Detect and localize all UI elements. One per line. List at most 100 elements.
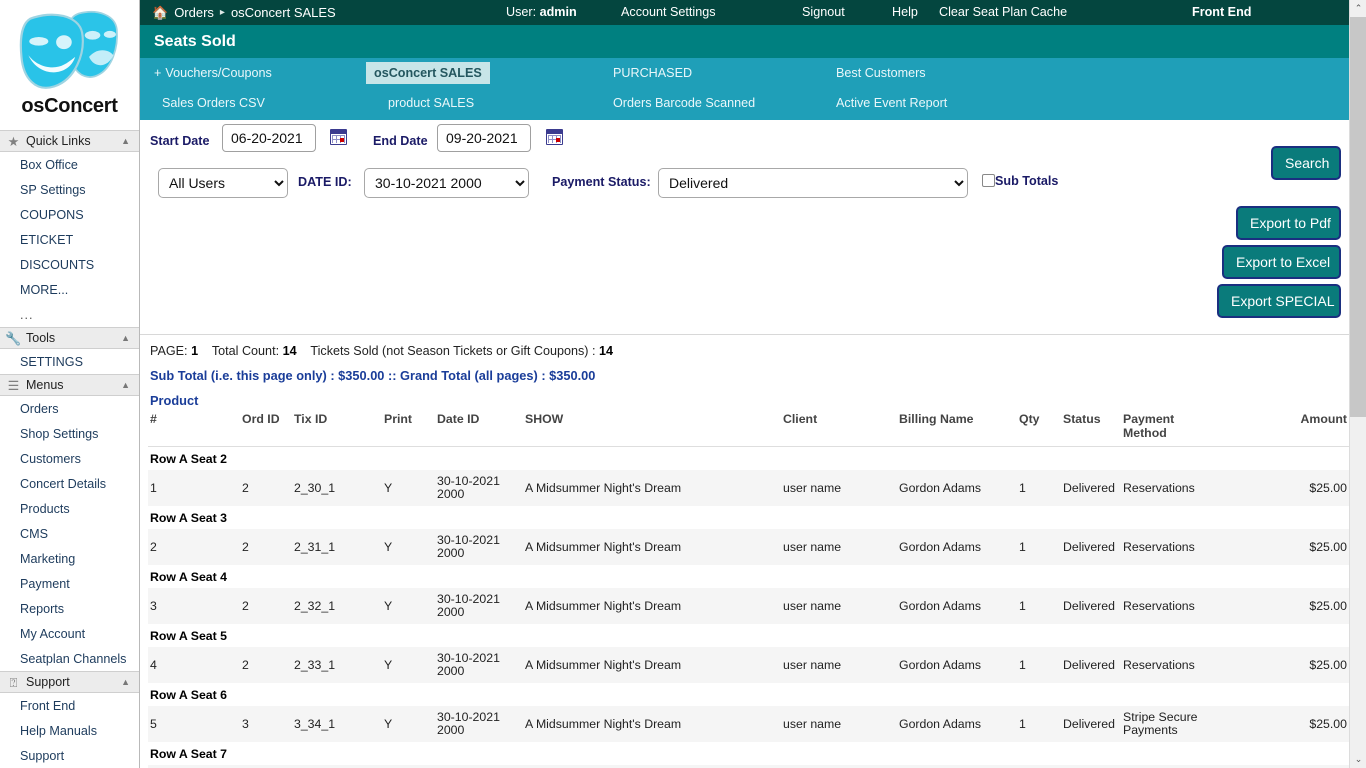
sidebar-group-label: Quick Links — [26, 134, 121, 148]
col-billing-name[interactable]: Billing Name — [897, 408, 1017, 447]
help-link[interactable]: Help — [892, 5, 918, 19]
brand-logo[interactable]: osConcert — [0, 0, 139, 130]
home-icon[interactable]: 🏠 — [152, 6, 168, 19]
table-row[interactable]: 422_33_1Y30-10-20212000A Midsummer Night… — [148, 647, 1349, 683]
sidebar-item-support[interactable]: Support — [0, 743, 139, 768]
cell-show: A Midsummer Night's Dream — [523, 588, 781, 624]
tab-best-customers[interactable]: Best Customers — [828, 62, 934, 84]
table-row[interactable]: 122_30_1Y30-10-20212000A Midsummer Night… — [148, 470, 1349, 506]
search-button[interactable]: Search — [1271, 146, 1341, 180]
sidebar-group-label: Menus — [26, 378, 121, 392]
sidebar-item-more[interactable]: MORE... — [0, 277, 139, 302]
sidebar-item-cms[interactable]: CMS — [0, 521, 139, 546]
sidebar-item-concert-details[interactable]: Concert Details — [0, 471, 139, 496]
cell-status: Delivered — [1061, 647, 1121, 683]
col-date-id[interactable]: Date ID — [435, 408, 523, 447]
start-date-input[interactable] — [222, 124, 316, 152]
export-pdf-button[interactable]: Export to Pdf — [1236, 206, 1341, 240]
clear-seat-plan-cache-link[interactable]: Clear Seat Plan Cache — [939, 5, 1067, 19]
results-panel: PAGE: 1 Total Count: 14 Tickets Sold (no… — [140, 344, 1366, 768]
sidebar-item-shop-settings[interactable]: Shop Settings — [0, 421, 139, 446]
tab-vouchers-coupons[interactable]: + Vouchers/Coupons — [146, 62, 280, 84]
sidebar-item-orders[interactable]: Orders — [0, 396, 139, 421]
sidebar-item-customers[interactable]: Customers — [0, 446, 139, 471]
tab-product-sales[interactable]: product SALES — [380, 92, 482, 114]
total-count-label: Total Count: — [212, 344, 279, 358]
plus-icon: + — [154, 66, 161, 80]
scroll-down-arrow-icon[interactable]: ⌄ — [1350, 751, 1366, 768]
col-amount[interactable]: Amount — [1213, 408, 1349, 447]
sidebar-item-box-office[interactable]: Box Office — [0, 152, 139, 177]
table-row[interactable]: 533_34_1Y30-10-20212000A Midsummer Night… — [148, 706, 1349, 742]
tab-label: Vouchers/Coupons — [165, 66, 271, 80]
breadcrumb-root[interactable]: Orders — [174, 5, 214, 20]
col-client[interactable]: Client — [781, 408, 897, 447]
sidebar-item-sp-settings[interactable]: SP Settings — [0, 177, 139, 202]
scrollbar-thumb[interactable] — [1350, 17, 1366, 417]
sidebar-item-seatplan-channels[interactable]: Seatplan Channels — [0, 646, 139, 671]
table-row[interactable]: 322_32_1Y30-10-20212000A Midsummer Night… — [148, 588, 1349, 624]
sidebar-group-support[interactable]: ⍰ Support ▲ — [0, 671, 139, 693]
export-excel-button[interactable]: Export to Excel — [1222, 245, 1341, 279]
signout-link[interactable]: Signout — [802, 5, 845, 19]
cell-tix-id: 2_31_1 — [292, 529, 382, 565]
start-date-label: Start Date — [150, 134, 210, 148]
account-settings-link[interactable]: Account Settings — [621, 5, 716, 19]
cell-qty: 1 — [1017, 706, 1061, 742]
sidebar-group-tools[interactable]: 🔧 Tools ▲ — [0, 327, 139, 349]
front-end-link[interactable]: Front End — [1192, 5, 1251, 19]
cell-date-id: 30-10-20212000 — [435, 588, 523, 624]
sidebar-item-discounts[interactable]: DISCOUNTS — [0, 252, 139, 277]
col-show[interactable]: SHOW — [523, 408, 781, 447]
scroll-up-arrow-icon[interactable]: ⌃ — [1350, 0, 1366, 17]
col-print[interactable]: Print — [382, 408, 435, 447]
calendar-icon-end[interactable] — [546, 129, 563, 145]
col-tix-id[interactable]: Tix ID — [292, 408, 382, 447]
sidebar-item-help-manuals[interactable]: Help Manuals — [0, 718, 139, 743]
sidebar-group-quick-links[interactable]: ★ Quick Links ▲ — [0, 130, 139, 152]
vertical-scrollbar[interactable]: ⌃ ⌄ — [1349, 0, 1366, 768]
product-heading: Product — [140, 393, 1366, 408]
sidebar-item-reports[interactable]: Reports — [0, 596, 139, 621]
sidebar-item-front-end[interactable]: Front End — [0, 693, 139, 718]
date-id-select[interactable]: 30-10-2021 2000 — [364, 168, 529, 198]
users-select[interactable]: All Users — [158, 168, 288, 198]
tab-active-event-report[interactable]: Active Event Report — [828, 92, 955, 114]
sidebar-item-settings[interactable]: SETTINGS — [0, 349, 139, 374]
payment-status-select[interactable]: Delivered — [658, 168, 968, 198]
sidebar-item-coupons[interactable]: COUPONS — [0, 202, 139, 227]
end-date-input[interactable] — [437, 124, 531, 152]
sidebar-item-my-account[interactable]: My Account — [0, 621, 139, 646]
breadcrumb-separator-icon: ▸ — [220, 7, 225, 18]
cell-billing-name: Gordon Adams — [897, 647, 1017, 683]
col-qty[interactable]: Qty — [1017, 408, 1061, 447]
col-ord-id[interactable]: Ord ID — [240, 408, 292, 447]
cell-qty: 1 — [1017, 529, 1061, 565]
sidebar-item-marketing[interactable]: Marketing — [0, 546, 139, 571]
seat-label: Row A Seat 4 — [148, 565, 1349, 588]
brand-logo-text: osConcert — [21, 95, 117, 118]
cell-date-id: 30-10-20212000 — [435, 647, 523, 683]
sidebar-item-products[interactable]: Products — [0, 496, 139, 521]
cell-client: user name — [781, 647, 897, 683]
sidebar-item-eticket[interactable]: ETICKET — [0, 227, 139, 252]
export-special-button[interactable]: Export SPECIAL — [1217, 284, 1341, 318]
cell-payment-method: Reservations — [1121, 588, 1213, 624]
sub-totals-checkbox[interactable] — [982, 174, 995, 187]
col-payment-method[interactable]: PaymentMethod — [1121, 408, 1213, 447]
tab-purchased[interactable]: PURCHASED — [605, 62, 700, 84]
sub-totals-checkbox-wrap[interactable]: Sub Totals — [982, 172, 1058, 190]
tab-orders-barcode-scanned[interactable]: Orders Barcode Scanned — [605, 92, 763, 114]
sidebar-item-payment[interactable]: Payment — [0, 571, 139, 596]
cell-tix-id: 2_32_1 — [292, 588, 382, 624]
cell-amount: $25.00 — [1213, 588, 1349, 624]
table-row[interactable]: 222_31_1Y30-10-20212000A Midsummer Night… — [148, 529, 1349, 565]
col-status[interactable]: Status — [1061, 408, 1121, 447]
tab-osconcert-sales[interactable]: osConcert SALES — [366, 62, 490, 84]
tab-sales-orders-csv[interactable]: Sales Orders CSV — [154, 92, 273, 114]
sidebar-item-ellipsis[interactable]: ... — [0, 302, 139, 327]
calendar-icon-start[interactable] — [330, 129, 347, 145]
col-num[interactable]: # — [148, 408, 240, 447]
cell-num: 2 — [148, 529, 240, 565]
sidebar-group-menus[interactable]: ☰ Menus ▲ — [0, 374, 139, 396]
